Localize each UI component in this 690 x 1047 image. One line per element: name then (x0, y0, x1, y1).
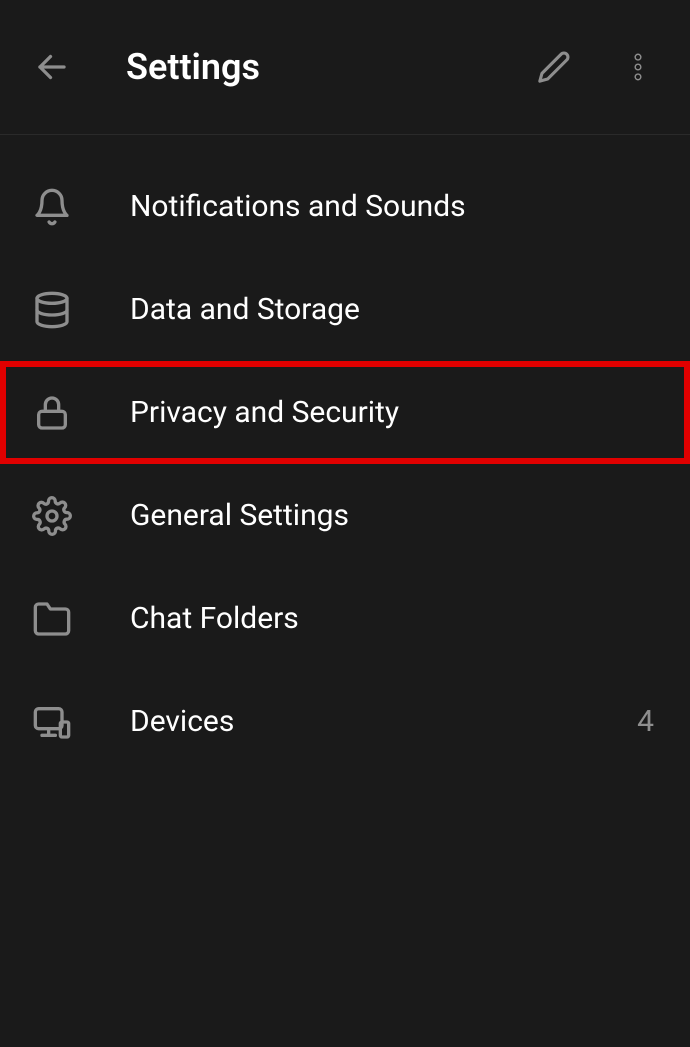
list-item-value: 4 (637, 704, 654, 739)
lock-icon (30, 391, 74, 435)
list-item-notifications[interactable]: Notifications and Sounds (0, 155, 690, 258)
list-item-label: Privacy and Security (130, 395, 660, 430)
pencil-icon (537, 50, 571, 84)
page-title: Settings (126, 46, 532, 88)
list-item-general-settings[interactable]: General Settings (0, 464, 690, 567)
more-button[interactable] (616, 45, 660, 89)
list-item-label: Data and Storage (130, 292, 660, 327)
more-vertical-icon (621, 50, 655, 84)
header-actions (532, 45, 660, 89)
database-icon (30, 288, 74, 332)
settings-list: Notifications and Sounds Data and Storag… (0, 135, 690, 773)
back-button[interactable] (30, 45, 74, 89)
edit-button[interactable] (532, 45, 576, 89)
list-item-label: Chat Folders (130, 601, 660, 636)
list-item-label: Notifications and Sounds (130, 189, 660, 224)
bell-icon (30, 185, 74, 229)
arrow-left-icon (34, 49, 70, 85)
list-item-privacy-security[interactable]: Privacy and Security (0, 361, 690, 464)
devices-icon (30, 700, 74, 744)
list-item-label: Devices (130, 704, 637, 739)
list-item-label: General Settings (130, 498, 660, 533)
list-item-devices[interactable]: Devices 4 (0, 670, 690, 773)
list-item-data-storage[interactable]: Data and Storage (0, 258, 690, 361)
folder-icon (30, 597, 74, 641)
gear-icon (30, 494, 74, 538)
list-item-chat-folders[interactable]: Chat Folders (0, 567, 690, 670)
header: Settings (0, 0, 690, 135)
